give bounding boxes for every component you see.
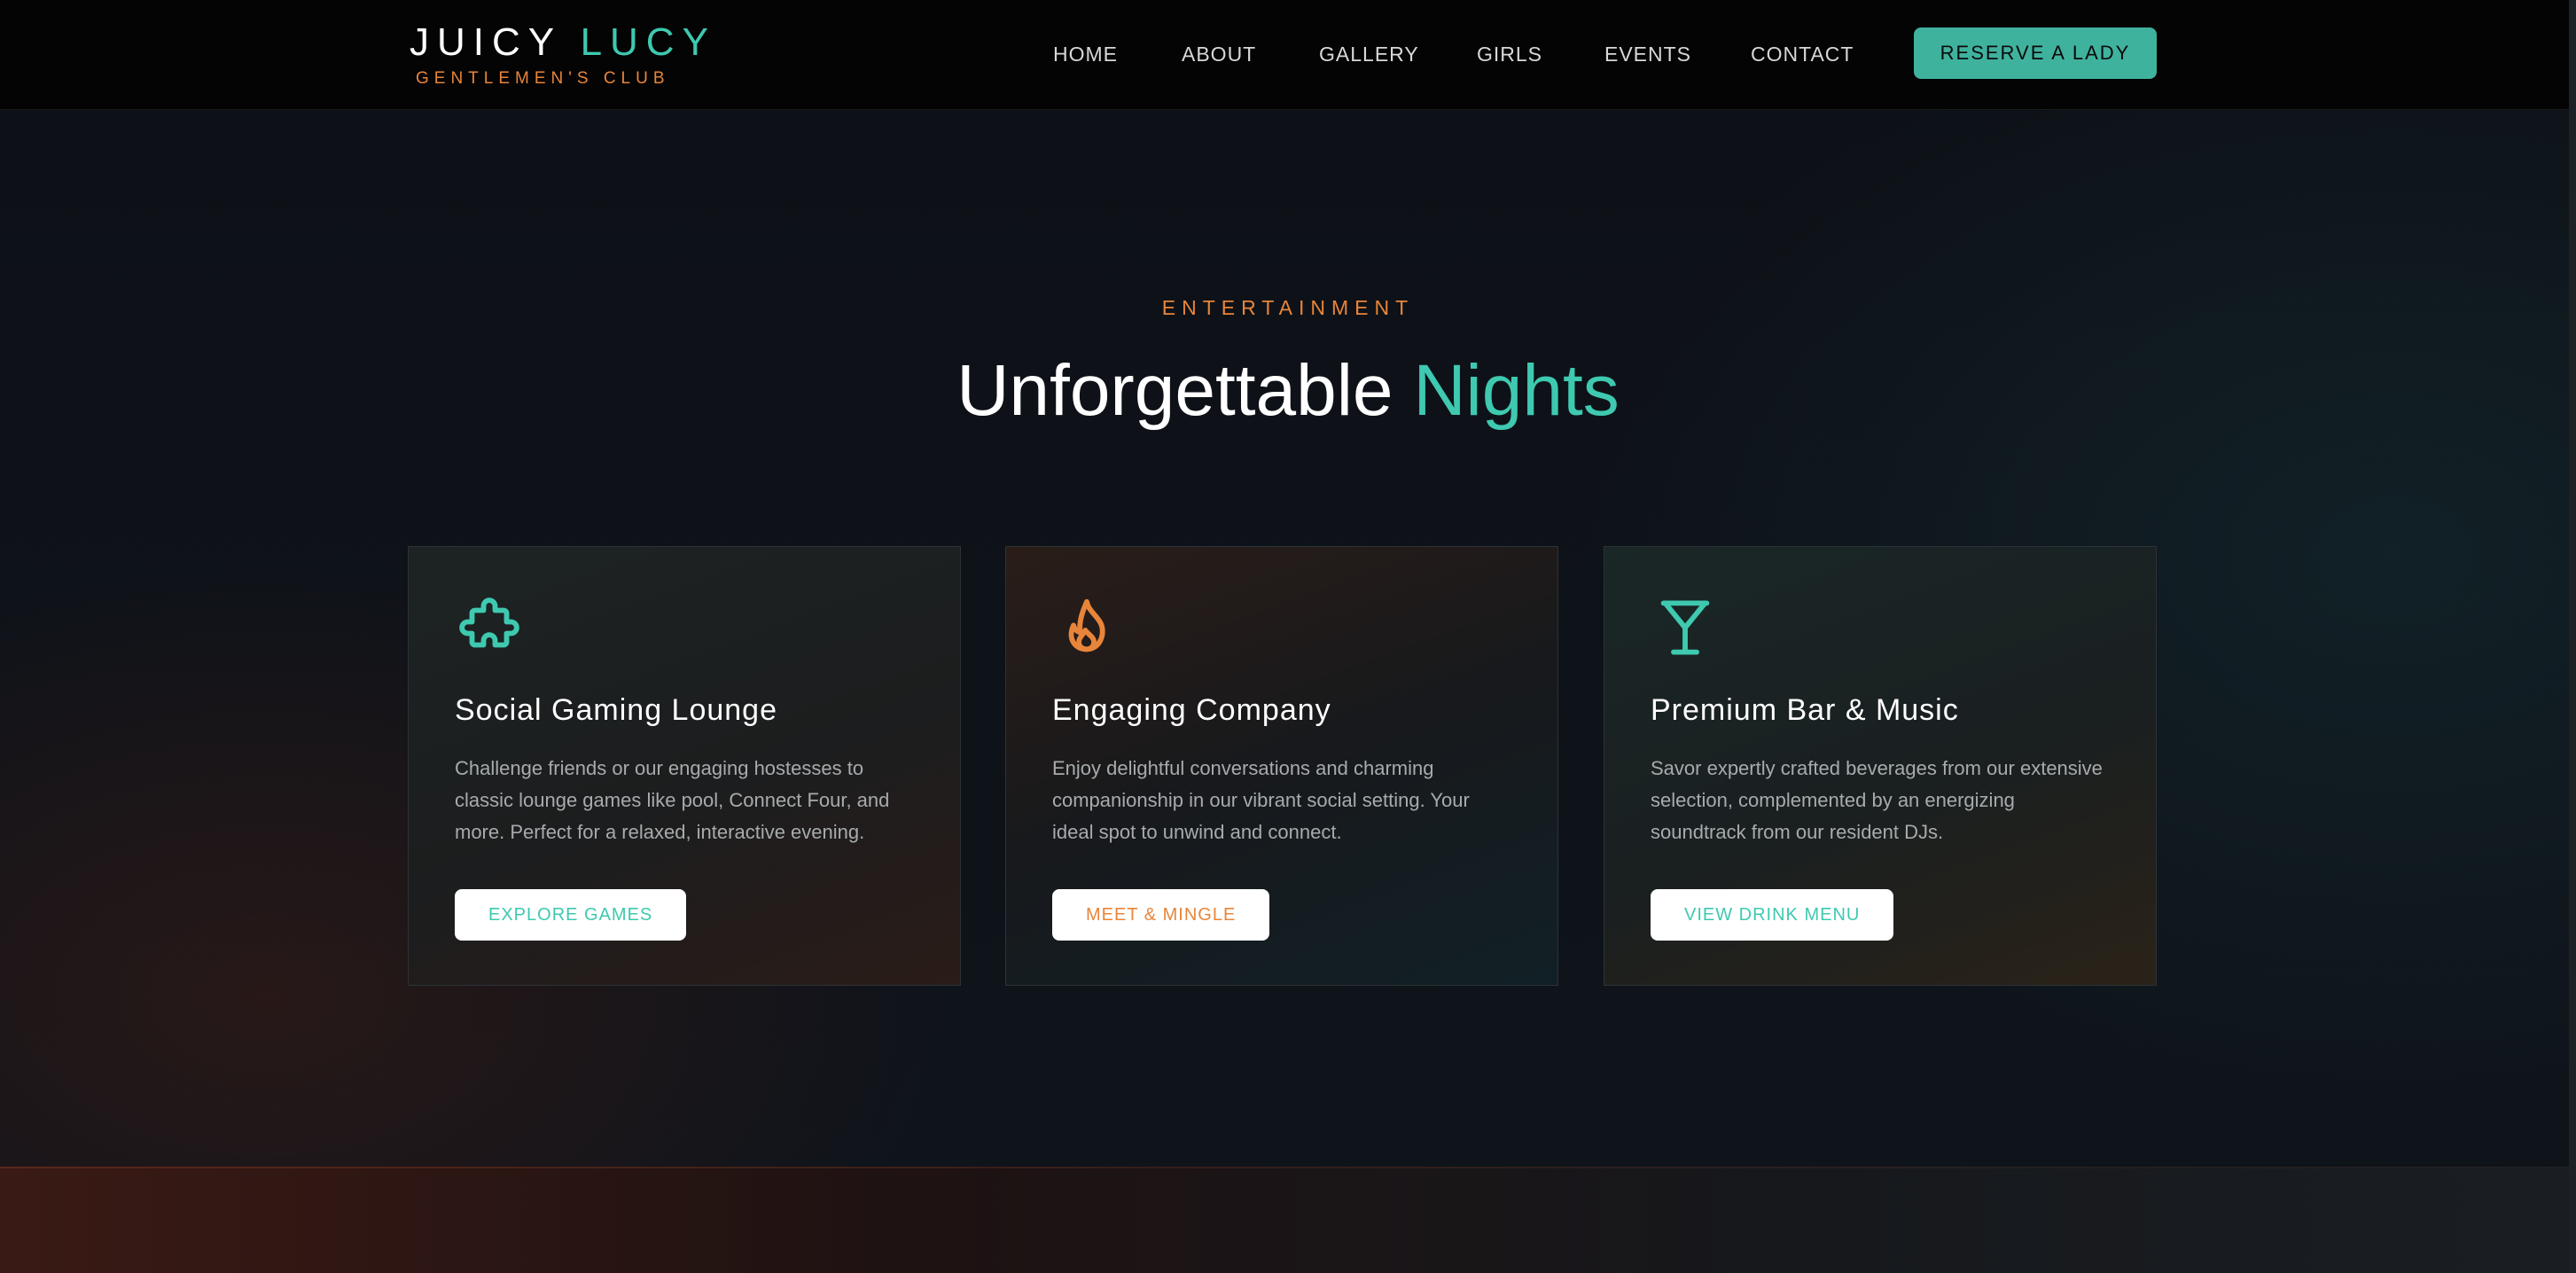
page-scrollbar[interactable] [2569,0,2576,1273]
headline-part2: Nights [1413,350,1620,431]
meet-mingle-button[interactable]: MEET & MINGLE [1052,889,1270,941]
brand-logo[interactable]: JUICY LUCY GENTLEMEN'S CLUB [410,20,716,89]
card-description: Savor expertly crafted beverages from ou… [1651,757,2103,843]
section-eyebrow: ENTERTAINMENT [1161,296,1415,319]
card-title: Social Gaming Lounge [455,693,778,727]
nav-link-gallery[interactable]: GALLERY [1319,41,1419,67]
card-description: Enjoy delightful conversations and charm… [1052,757,1470,843]
card-social-gaming: Social Gaming Lounge Challenge friends o… [408,546,961,986]
section-headline: Unforgettable Nights [0,342,2576,440]
explore-games-button[interactable]: EXPLORE GAMES [455,889,687,941]
reserve-button[interactable]: RESERVE A LADY [1914,27,2157,79]
card-engaging-company: Engaging Company Enjoy delightful conver… [1005,546,1558,986]
brand-tagline: GENTLEMEN'S CLUB [416,69,670,88]
nav-link-about[interactable]: ABOUT [1182,41,1256,67]
nav-link-contact[interactable]: CONTACT [1751,41,1854,67]
card-description: Challenge friends or our engaging hostes… [455,757,890,843]
card-premium-bar: Premium Bar & Music Savor expertly craft… [1604,546,2157,986]
cocktail-icon [1660,600,1710,655]
nav-link-events[interactable]: EVENTS [1604,41,1691,67]
view-drink-menu-button[interactable]: VIEW DRINK MENU [1651,889,1894,941]
flame-icon [1068,598,1105,652]
puzzle-icon [459,597,519,648]
next-section-preview [0,1167,2576,1273]
brand-name: JUICY LUCY [410,20,716,66]
headline-part1: Unforgettable [956,350,1393,431]
top-navbar: JUICY LUCY GENTLEMEN'S CLUB HOME ABOUT G… [0,0,2576,110]
card-title: Engaging Company [1052,693,1331,727]
card-title: Premium Bar & Music [1651,693,1959,727]
entertainment-section: ENTERTAINMENT Unforgettable Nights Socia… [0,110,2576,1167]
brand-name-part1: JUICY [410,20,562,64]
nav-link-girls[interactable]: GIRLS [1477,41,1542,67]
nav-link-home[interactable]: HOME [1053,41,1118,67]
brand-name-part2: LUCY [580,20,716,64]
